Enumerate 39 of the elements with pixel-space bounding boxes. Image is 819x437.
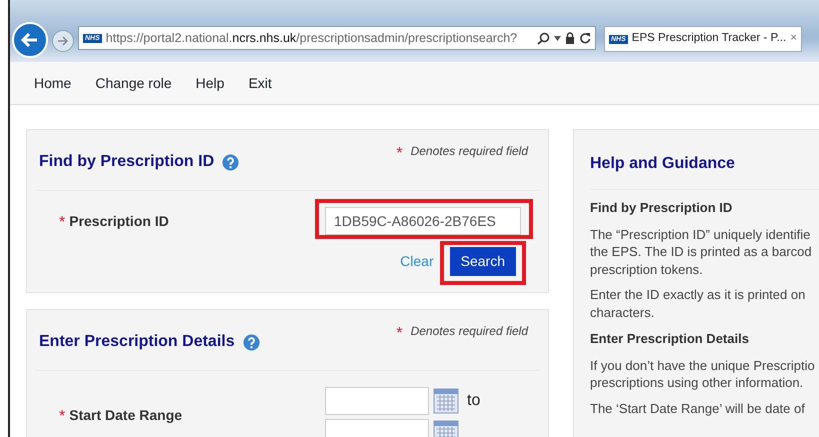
required-asterisk: * bbox=[59, 407, 66, 427]
help-title: Help and Guidance bbox=[590, 154, 736, 174]
help-icon[interactable] bbox=[222, 154, 240, 170]
required-asterisk: * bbox=[59, 213, 66, 233]
help-paragraph: The “Prescription ID” uniquely identifie the EPS. The ID is printed as a barcod prescription tokens. bbox=[590, 226, 813, 278]
search-icon[interactable] bbox=[537, 32, 550, 44]
forward-arrow-icon bbox=[57, 35, 69, 47]
nav-link[interactable]: Exit bbox=[248, 72, 272, 94]
lock-icon bbox=[565, 32, 575, 44]
address-field[interactable]: https://portal2.national.ncrs.nhs.uk/prescriptionsadmin/prescriptionsearch? bbox=[106, 28, 533, 48]
input-field[interactable]: 1DB59C-A86026-2B76ES bbox=[325, 207, 521, 235]
help-heading: Find by Prescription ID bbox=[590, 199, 734, 218]
required-asterisk: * bbox=[396, 324, 403, 344]
help-heading: Enter Prescription Details bbox=[590, 330, 750, 348]
nav-link[interactable]: Home bbox=[34, 72, 72, 94]
help-icon[interactable] bbox=[242, 334, 260, 350]
required-note: Denotes required field bbox=[410, 323, 528, 340]
nav-link[interactable]: Change role bbox=[95, 72, 172, 94]
dropdown-icon[interactable] bbox=[554, 36, 561, 40]
search-button[interactable]: Search bbox=[450, 247, 516, 276]
back-arrow-icon bbox=[20, 30, 40, 50]
panel-title: Enter Prescription Details bbox=[39, 332, 235, 352]
panel-title: Find by Prescription ID bbox=[39, 152, 214, 172]
close-icon[interactable]: × bbox=[790, 33, 797, 45]
tab-title: EPS Prescription Tracker - P... bbox=[632, 31, 786, 46]
to-label: to bbox=[467, 391, 480, 411]
help-paragraph: If you don’t have the unique Prescriptio prescriptions using other information. bbox=[590, 356, 816, 392]
back-button[interactable] bbox=[12, 22, 48, 58]
field-label: Start Date Range bbox=[69, 406, 182, 425]
help-paragraph: Enter the ID exactly as it is printed on characters. bbox=[590, 286, 806, 322]
required-asterisk: * bbox=[396, 144, 403, 164]
calendar-icon[interactable] bbox=[433, 388, 459, 414]
nav-link[interactable]: Help bbox=[196, 72, 224, 94]
help-paragraph: The ‘Start Date Range’ will be date of bbox=[590, 400, 806, 418]
field-label: Prescription ID bbox=[69, 212, 169, 231]
date-field[interactable] bbox=[325, 387, 429, 415]
refresh-icon[interactable] bbox=[579, 32, 591, 44]
required-note: Denotes required field bbox=[410, 143, 528, 160]
forward-button[interactable] bbox=[52, 30, 74, 52]
